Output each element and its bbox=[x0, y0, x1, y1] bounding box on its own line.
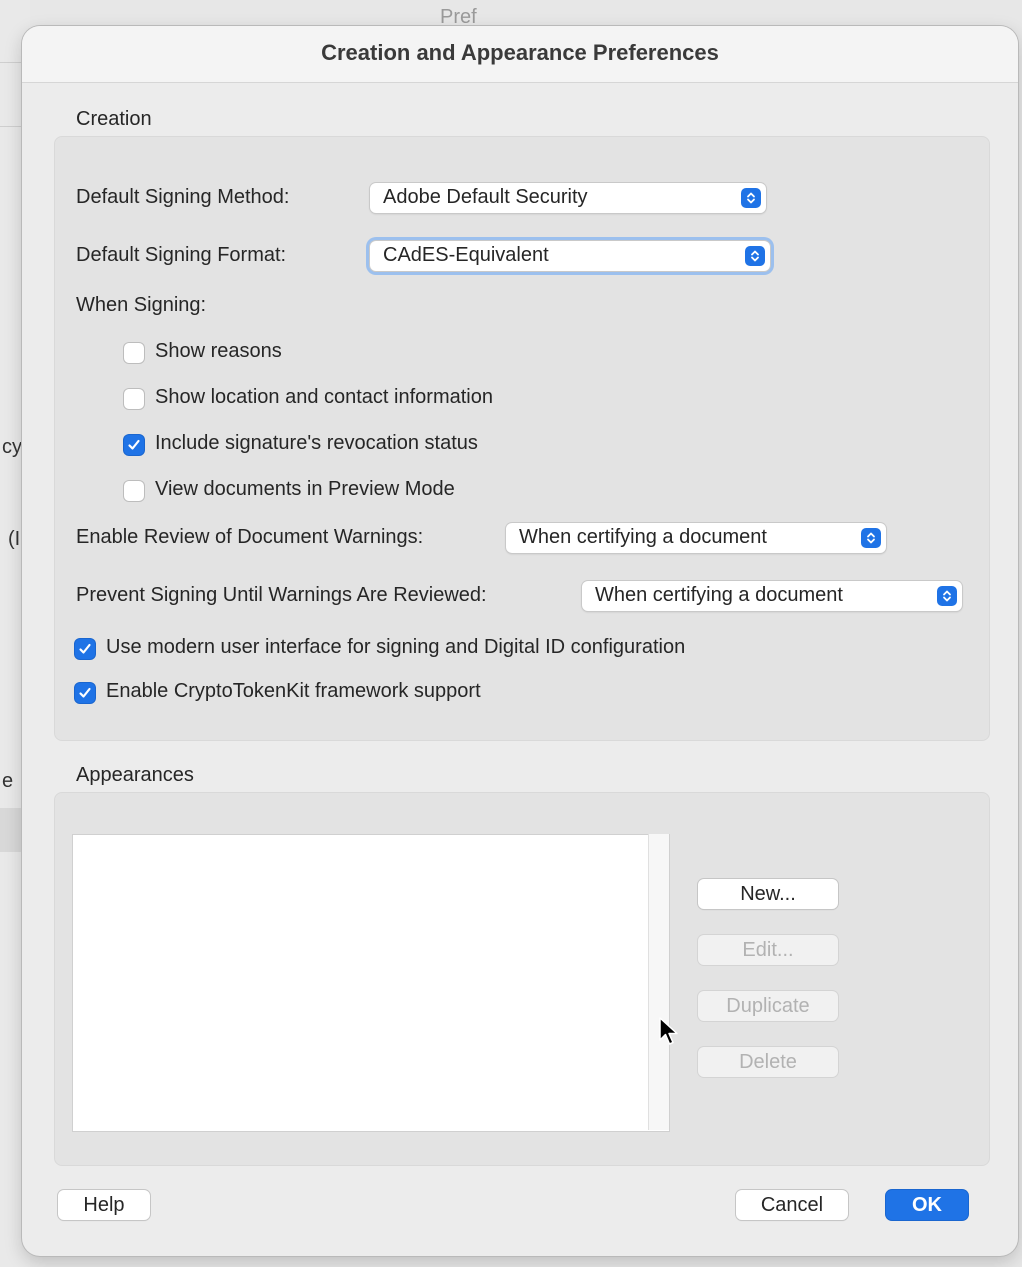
when-signing-label: When Signing: bbox=[76, 294, 207, 316]
background-text-fragment: (I bbox=[8, 528, 21, 550]
modern-ui-checkbox[interactable] bbox=[75, 639, 95, 659]
signing-format-label: Default Signing Format: bbox=[76, 244, 287, 266]
checkmark-icon bbox=[128, 439, 140, 450]
revocation-status-label: Include signature's revocation status bbox=[155, 432, 478, 454]
signing-format-value: CAdES-Equivalent bbox=[383, 244, 549, 266]
revocation-status-checkbox[interactable] bbox=[124, 435, 144, 455]
popup-arrows-icon bbox=[937, 586, 957, 606]
background-divider bbox=[0, 62, 22, 63]
appearances-section-label: Appearances bbox=[76, 764, 194, 786]
review-warnings-select[interactable]: When certifying a document bbox=[506, 523, 886, 553]
ok-button[interactable]: OK bbox=[886, 1190, 968, 1220]
review-warnings-value: When certifying a document bbox=[519, 526, 767, 548]
cryptotokenkit-label: Enable CryptoTokenKit framework support bbox=[106, 680, 481, 702]
checkmark-icon bbox=[79, 687, 91, 698]
help-button[interactable]: Help bbox=[58, 1190, 150, 1220]
background-divider bbox=[0, 126, 22, 127]
preview-mode-label: View documents in Preview Mode bbox=[155, 478, 455, 500]
preview-mode-checkbox[interactable] bbox=[124, 481, 144, 501]
popup-arrows-icon bbox=[741, 188, 761, 208]
show-reasons-label: Show reasons bbox=[155, 340, 282, 362]
cryptotokenkit-checkbox[interactable] bbox=[75, 683, 95, 703]
appearances-list-scrollbar[interactable] bbox=[648, 834, 669, 1130]
popup-arrows-icon bbox=[745, 246, 765, 266]
cancel-button[interactable]: Cancel bbox=[736, 1190, 848, 1220]
preferences-dialog: Creation and Appearance Preferences Crea… bbox=[22, 26, 1018, 1256]
show-location-checkbox[interactable] bbox=[124, 389, 144, 409]
background-selection bbox=[0, 808, 22, 852]
checkmark-icon bbox=[79, 643, 91, 654]
prevent-signing-value: When certifying a document bbox=[595, 584, 843, 606]
creation-section-label: Creation bbox=[76, 108, 152, 130]
prevent-signing-select[interactable]: When certifying a document bbox=[582, 581, 962, 611]
review-warnings-label: Enable Review of Document Warnings: bbox=[76, 526, 424, 548]
show-location-label: Show location and contact information bbox=[155, 386, 493, 408]
dialog-title: Creation and Appearance Preferences bbox=[321, 40, 719, 65]
signing-method-value: Adobe Default Security bbox=[383, 186, 588, 208]
popup-arrows-icon bbox=[861, 528, 881, 548]
delete-appearance-button[interactable]: Delete bbox=[698, 1047, 838, 1077]
duplicate-appearance-button[interactable]: Duplicate bbox=[698, 991, 838, 1021]
signing-format-select[interactable]: CAdES-Equivalent bbox=[370, 241, 770, 271]
prevent-signing-label: Prevent Signing Until Warnings Are Revie… bbox=[76, 584, 487, 606]
edit-appearance-button[interactable]: Edit... bbox=[698, 935, 838, 965]
background-text-fragment: e bbox=[2, 770, 14, 792]
modern-ui-label: Use modern user interface for signing an… bbox=[106, 636, 686, 658]
background-text-fragment: cy bbox=[2, 436, 22, 458]
new-appearance-button[interactable]: New... bbox=[698, 879, 838, 909]
appearances-list[interactable] bbox=[72, 834, 670, 1132]
mouse-pointer-icon bbox=[658, 1016, 680, 1053]
signing-method-label: Default Signing Method: bbox=[76, 186, 290, 208]
signing-method-select[interactable]: Adobe Default Security bbox=[370, 183, 766, 213]
show-reasons-checkbox[interactable] bbox=[124, 343, 144, 363]
dialog-titlebar: Creation and Appearance Preferences bbox=[22, 26, 1018, 83]
